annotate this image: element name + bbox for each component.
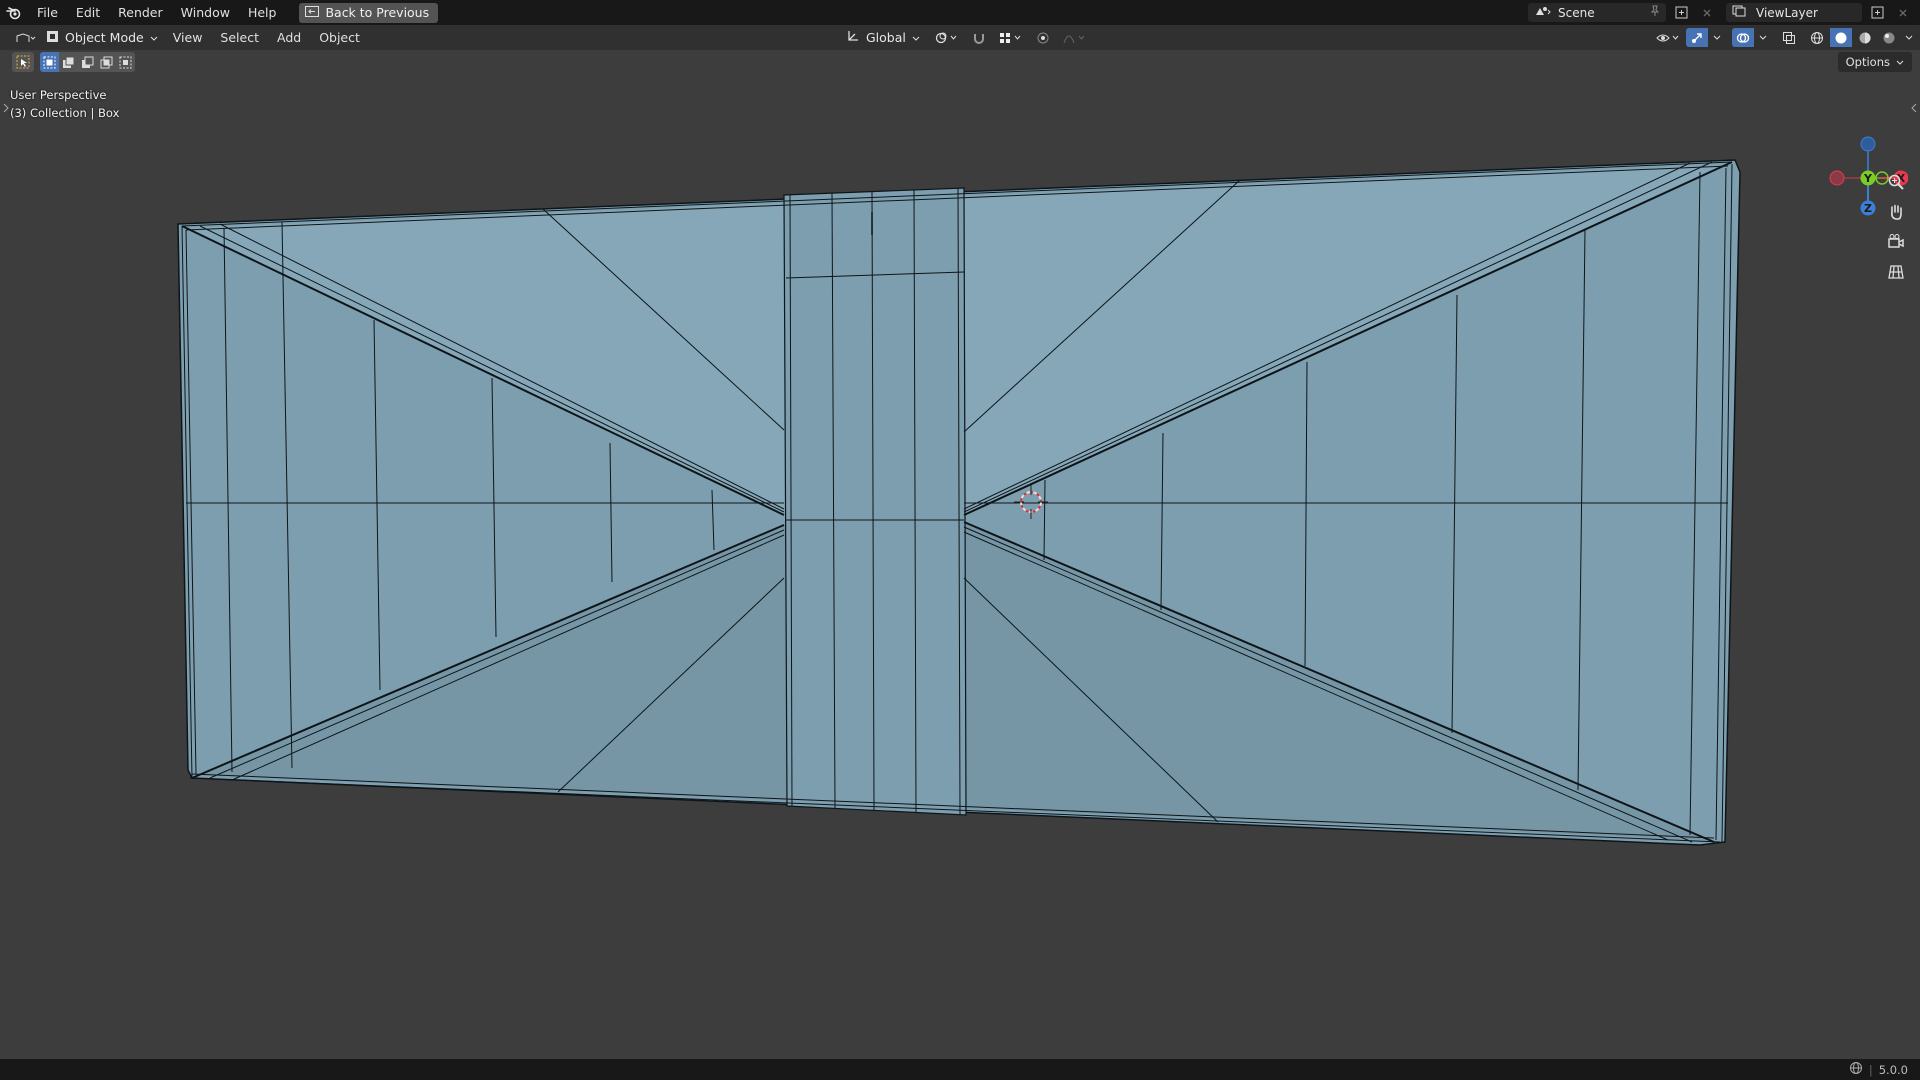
new-view-layer-icon[interactable]	[1866, 3, 1888, 22]
network-globe-icon	[1849, 1061, 1863, 1078]
view-layer-name: ViewLayer	[1756, 5, 1818, 20]
view-layer-selector[interactable]: ViewLayer	[1726, 3, 1862, 22]
transform-orientation-dropdown[interactable]: Global	[840, 28, 926, 48]
shading-solid-icon[interactable]	[1830, 28, 1852, 47]
object-mode-dropdown[interactable]: Object Mode	[40, 28, 164, 48]
menu-select[interactable]: Select	[211, 25, 268, 50]
menu-object[interactable]: Object	[310, 25, 369, 50]
status-separator: |	[1868, 1062, 1873, 1077]
select-intersect-icon[interactable]	[116, 52, 135, 72]
orientation-axes-icon	[846, 29, 860, 46]
object-mode-icon	[46, 30, 59, 46]
scene-selector[interactable]: Scene	[1528, 3, 1666, 22]
viewport-navigation-controls	[1884, 170, 1908, 284]
toolbar-expand-icon[interactable]	[3, 102, 9, 116]
falloff-curve-icon[interactable]	[1060, 28, 1090, 47]
3d-viewport[interactable]: X Y Z	[0, 50, 1920, 1059]
menu-add[interactable]: Add	[268, 25, 310, 50]
back-screen-icon	[305, 5, 320, 20]
perspective-grid-icon[interactable]	[1884, 260, 1908, 284]
top-menu-bar: File Edit Render Window Help Back to Pre…	[0, 0, 1920, 25]
shading-material-icon[interactable]	[1854, 28, 1876, 47]
scene-icon	[1534, 5, 1552, 20]
zoom-icon[interactable]	[1884, 170, 1908, 194]
box-mesh-wireframe	[177, 159, 1741, 846]
select-box-tool-icon[interactable]	[12, 52, 34, 72]
tool-settings-row	[12, 52, 135, 72]
select-extend-icon[interactable]	[59, 52, 78, 72]
shading-rendered-icon[interactable]	[1878, 28, 1900, 47]
blender-logo-icon[interactable]	[0, 0, 28, 25]
overlays-toggle-icon[interactable]	[1732, 28, 1754, 47]
menu-window[interactable]: Window	[172, 0, 239, 25]
overlays-dropdown-icon[interactable]	[1756, 28, 1770, 47]
menu-file[interactable]: File	[28, 0, 67, 25]
chevron-down-icon	[150, 30, 158, 45]
menu-view[interactable]: View	[164, 25, 212, 50]
xray-toggle-icon[interactable]	[1778, 28, 1800, 47]
viewport-info-overlay: User Perspective (3) Collection | Box	[10, 86, 119, 122]
options-label: Options	[1845, 55, 1890, 69]
sidebar-expand-icon[interactable]	[1910, 102, 1918, 116]
scene-name: Scene	[1558, 5, 1595, 20]
pin-icon[interactable]	[1650, 5, 1660, 20]
view-layer-icon	[1732, 5, 1750, 20]
back-to-previous-button[interactable]: Back to Previous	[299, 2, 439, 23]
editor-type-icon[interactable]	[14, 28, 36, 47]
status-bar: | 5.0.0	[0, 1059, 1920, 1080]
back-to-previous-label: Back to Previous	[325, 5, 430, 20]
visibility-selectability-icon[interactable]	[1654, 28, 1684, 47]
menu-render[interactable]: Render	[109, 0, 172, 25]
object-mode-label: Object Mode	[65, 30, 144, 45]
select-new-icon[interactable]	[40, 52, 59, 72]
gizmo-dropdown-icon[interactable]	[1710, 28, 1724, 47]
pan-hand-icon[interactable]	[1884, 200, 1908, 224]
selection-mode-buttons	[40, 52, 135, 72]
select-subtract-icon[interactable]	[78, 52, 97, 72]
shading-dropdown-icon[interactable]	[1902, 28, 1916, 47]
delete-view-layer-icon[interactable]	[1892, 3, 1914, 22]
perspective-label: User Perspective	[10, 88, 107, 102]
snap-increment-icon[interactable]	[996, 28, 1026, 47]
delete-scene-icon[interactable]	[1696, 3, 1718, 22]
select-invert-icon[interactable]	[97, 52, 116, 72]
gizmo-z-label: Z	[1864, 202, 1872, 215]
gizmo-y-label: Y	[1863, 172, 1873, 185]
transform-orientation-label: Global	[866, 30, 906, 45]
chevron-down-icon	[1896, 55, 1904, 69]
menu-help[interactable]: Help	[239, 0, 286, 25]
proportional-editing-icon[interactable]	[1032, 28, 1054, 47]
menu-edit[interactable]: Edit	[67, 0, 109, 25]
new-scene-icon[interactable]	[1670, 3, 1692, 22]
blender-version: 5.0.0	[1878, 1062, 1908, 1077]
collection-label: (3) Collection | Box	[10, 106, 120, 120]
viewport-header: Object Mode View Select Add Object Globa…	[0, 25, 1920, 50]
shading-wireframe-icon[interactable]	[1806, 28, 1828, 47]
chevron-down-icon	[912, 30, 920, 45]
options-dropdown[interactable]: Options	[1837, 52, 1912, 72]
snap-magnet-icon[interactable]	[968, 28, 990, 47]
camera-view-icon[interactable]	[1884, 230, 1908, 254]
pivot-point-icon[interactable]	[932, 28, 962, 47]
gizmo-toggle-icon[interactable]	[1686, 28, 1708, 47]
